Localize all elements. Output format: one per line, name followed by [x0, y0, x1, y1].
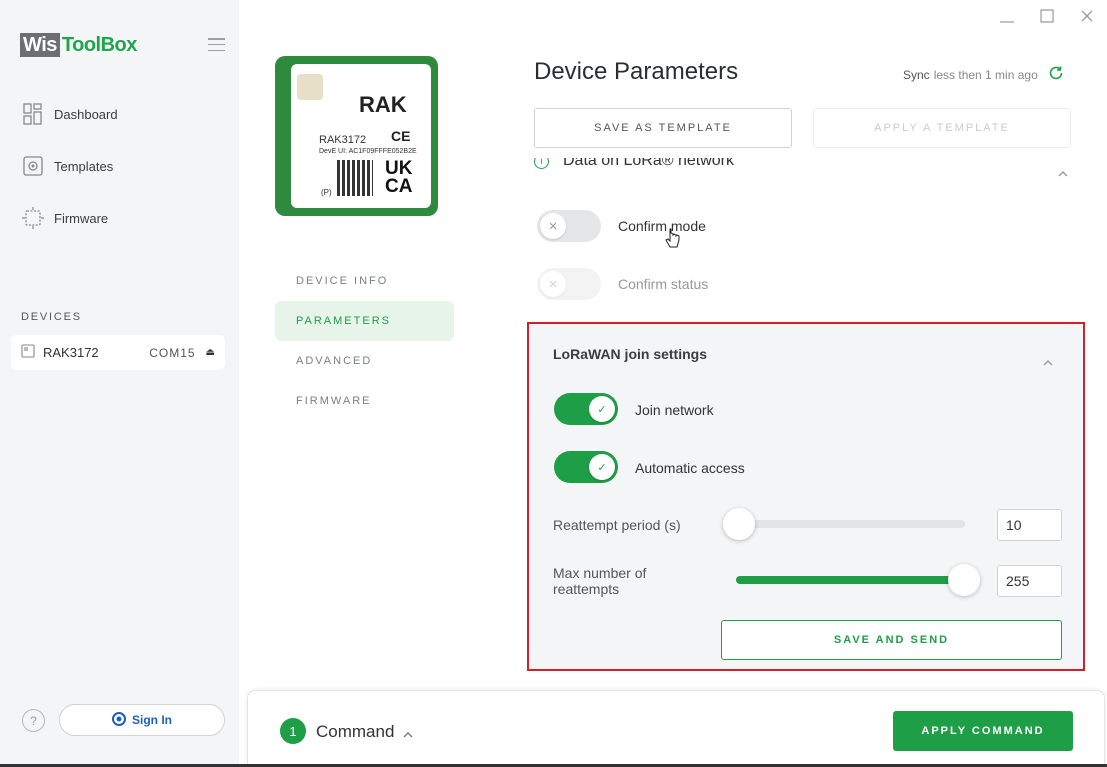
save-and-send-button[interactable]: SAVE AND SEND	[721, 620, 1062, 660]
toggle-off-icon: ✕	[540, 271, 566, 297]
devices-heading: DEVICES	[21, 311, 82, 323]
check-icon: ✓	[589, 454, 615, 480]
logo-toolbox: ToolBox	[61, 33, 138, 56]
save-as-template-button[interactable]: SAVE AS TEMPLATE	[534, 108, 792, 148]
join-network-label: Join network	[635, 402, 714, 418]
sync-status: Sync less then 1 min ago	[903, 65, 1064, 84]
chip-icon	[22, 206, 44, 230]
device-p-mark: (P)	[321, 188, 332, 197]
sidebar-item-label: Firmware	[54, 210, 109, 226]
tab-firmware[interactable]: FIRMWARE	[275, 381, 454, 421]
confirm-mode-toggle[interactable]: ✕	[537, 210, 601, 242]
ukca-mark: UK CA	[385, 158, 413, 197]
max-reattempts-input[interactable]	[997, 565, 1062, 597]
sync-prefix: Sync	[903, 67, 930, 82]
page-title: Device Parameters	[534, 58, 739, 85]
confirm-status-label: Confirm status	[618, 276, 709, 292]
hamburger-menu-icon[interactable]	[208, 38, 225, 51]
device-icon	[21, 344, 35, 361]
device-image: RAK RAK3172 CE DevE UI: AC1F09FFFE052B2E…	[275, 56, 438, 216]
max-reattempts-slider[interactable]	[736, 564, 980, 596]
apply-command-button[interactable]: APPLY COMMAND	[893, 711, 1073, 751]
sidebar-item-firmware[interactable]: Firmware	[22, 205, 108, 231]
max-reattempts-label-line2: reattempts	[553, 581, 620, 597]
join-settings-title: LoRaWAN join settings	[553, 346, 707, 362]
check-icon: ✓	[589, 396, 615, 422]
app-window: Wis ToolBox Dashboard Templates Firmware…	[0, 0, 1107, 767]
chevron-up-icon[interactable]	[1058, 166, 1068, 177]
confirm-status-toggle[interactable]: ✕	[537, 268, 601, 300]
sync-time: less then 1 min ago	[933, 67, 1038, 82]
antenna-connector	[297, 74, 323, 100]
dashboard-icon	[22, 102, 44, 126]
sign-in-label: Sign In	[132, 713, 172, 727]
tab-advanced[interactable]: ADVANCED	[275, 341, 454, 381]
apply-template-button[interactable]: APPLY A TEMPLATE	[813, 108, 1071, 148]
slider-thumb[interactable]	[723, 508, 755, 540]
reattempt-period-slider[interactable]	[723, 508, 965, 540]
device-eui-print: DevE UI: AC1F09FFFE052B2E	[319, 148, 417, 155]
qr-code	[337, 160, 373, 196]
command-label[interactable]: Command	[316, 722, 394, 742]
ce-mark: CE	[391, 128, 411, 144]
sidebar: Wis ToolBox Dashboard Templates Firmware…	[0, 0, 239, 767]
join-network-toggle[interactable]: ✓	[554, 393, 618, 425]
command-count-badge: 1	[280, 718, 306, 744]
section-title: Data on LoRa® network	[563, 158, 734, 169]
slider-thumb[interactable]	[948, 564, 980, 596]
reattempt-period-label: Reattempt period (s)	[553, 517, 681, 533]
max-reattempts-label: Max number of reattempts	[553, 565, 646, 597]
slider-fill	[736, 576, 964, 584]
close-icon[interactable]	[1077, 6, 1097, 26]
rak-logo-icon	[112, 711, 126, 729]
max-reattempts-label-line1: Max number of	[553, 565, 647, 581]
device-name: RAK3172	[43, 345, 99, 360]
device-port: COM15	[149, 345, 196, 360]
confirm-mode-label: Confirm mode	[618, 218, 706, 234]
lorawan-join-settings-panel: LoRaWAN join settings ✓ Join network ✓ A…	[527, 322, 1085, 671]
app-logo: Wis ToolBox	[20, 32, 137, 58]
logo-wis: Wis	[20, 33, 60, 57]
command-bar: 1 Command APPLY COMMAND	[247, 690, 1105, 767]
automatic-access-toggle[interactable]: ✓	[554, 451, 618, 483]
tab-parameters[interactable]: PARAMETERS	[275, 301, 454, 341]
minimize-icon[interactable]	[997, 6, 1017, 26]
reattempt-period-input[interactable]	[997, 509, 1062, 541]
sidebar-item-label: Templates	[54, 158, 114, 174]
chevron-up-icon[interactable]	[403, 727, 413, 745]
toggle-off-icon: ✕	[540, 213, 566, 239]
device-model-print: RAK3172	[319, 134, 367, 146]
sidebar-item-label: Dashboard	[54, 106, 118, 122]
sign-in-button[interactable]: Sign In	[59, 704, 225, 736]
help-button[interactable]: ?	[22, 709, 45, 732]
tab-device-info[interactable]: DEVICE INFO	[275, 261, 454, 301]
device-card[interactable]: RAK3172 COM15 ⏏	[11, 335, 225, 370]
mouse-pointer-icon	[665, 228, 681, 257]
sidebar-item-templates[interactable]: Templates	[22, 153, 113, 179]
chevron-up-icon[interactable]	[1043, 355, 1053, 366]
maximize-icon[interactable]	[1037, 6, 1057, 26]
eject-icon[interactable]: ⏏	[206, 347, 215, 358]
sidebar-item-dashboard[interactable]: Dashboard	[22, 101, 118, 127]
device-brand: RAK	[359, 92, 407, 117]
data-on-lora-section-header[interactable]: i Data on LoRa® network	[534, 158, 1071, 182]
info-icon: i	[534, 158, 549, 169]
refresh-icon[interactable]	[1048, 65, 1064, 84]
templates-icon	[22, 154, 44, 178]
automatic-access-label: Automatic access	[635, 460, 745, 476]
